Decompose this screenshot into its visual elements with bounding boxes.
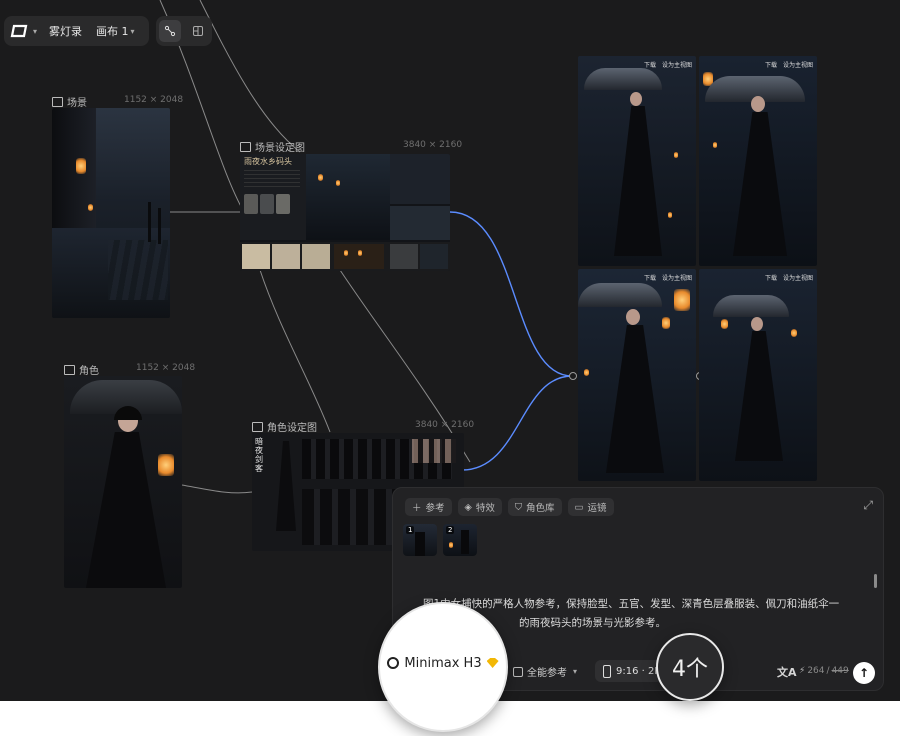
chip-camera-movement[interactable]: ▭ 运镜 [567, 498, 614, 516]
character-poster-title: 暗夜剑客 [255, 437, 263, 473]
chip-effects[interactable]: ◈ 特效 [457, 498, 502, 516]
chip-reference[interactable]: ＋参考 [405, 498, 452, 516]
character-node-label: 角色 [64, 362, 99, 377]
top-toolbar: ▾ 雾灯录 画布 1 ▾ [4, 16, 149, 46]
set-main-view-button[interactable]: 设为主视图 [783, 60, 813, 69]
view-toolbar [156, 16, 212, 46]
set-main-view-button[interactable]: 设为主视图 [783, 273, 813, 282]
chevron-down-icon: ▾ [33, 26, 38, 36]
scene-setting-node-label: 场景设定图 [240, 139, 305, 154]
credits: ⚡ 264 / 449 [799, 666, 849, 676]
scene-node-label: 场景 [52, 94, 87, 109]
character-setting-node-dims: 3840 × 2160 [415, 420, 475, 430]
result-image-3[interactable]: 下载 设为主视图 [578, 269, 696, 481]
result-image-4[interactable]: 下载 设为主视图 [699, 269, 817, 481]
set-main-view-button[interactable]: 设为主视图 [662, 60, 692, 69]
translate-icon[interactable]: 文A [777, 664, 797, 680]
image-icon [252, 421, 263, 432]
shield-icon: ⛉ [514, 501, 522, 513]
cube-icon: ◈ [464, 501, 472, 513]
scene-poster-title: 雨夜水乡码头 [244, 157, 292, 166]
character-setting-node-label: 角色设定图 [252, 419, 317, 434]
video-camera-icon: ▭ [574, 501, 584, 513]
result-image-2[interactable]: 下载 设为主视图 [699, 56, 817, 266]
arrow-up-icon: ↑ [858, 666, 870, 680]
image-icon [64, 364, 75, 375]
output-count: 4个 [672, 657, 708, 682]
expand-icon[interactable]: ⤢ [863, 498, 873, 513]
reference-mode-selector[interactable]: 全能参考 ▾ [513, 664, 577, 679]
chevron-down-icon: ▾ [130, 26, 135, 36]
node-graph-view-button[interactable] [159, 20, 181, 42]
scene-node-dims: 1152 × 2048 [124, 95, 184, 105]
download-button[interactable]: 下载 [644, 273, 656, 282]
result-image-1[interactable]: 下载 设为主视图 [578, 56, 696, 266]
frame-icon [513, 666, 523, 677]
plus-icon: ＋ [412, 503, 422, 514]
character-node-dims: 1152 × 2048 [136, 363, 196, 373]
model-name: Minimax H3 [404, 655, 482, 671]
image-icon [240, 141, 251, 152]
scene-setting-image[interactable]: 雨夜水乡码头 [240, 154, 450, 271]
graph-icon [164, 25, 176, 37]
logo-menu-button[interactable]: ▾ [10, 20, 37, 42]
character-image[interactable] [64, 376, 182, 588]
model-selector-magnifier[interactable]: Minimax H3 [378, 602, 508, 732]
output-count-magnifier[interactable]: 4个 [656, 633, 724, 701]
canvas-name: 画布 1 [96, 25, 129, 38]
reference-thumb-2[interactable]: 2 [443, 524, 477, 556]
layout-icon [193, 26, 203, 36]
prompt-line-1: 图1中女捕快的严格人物参考，保持脸型、五官、发型、深青色层叠服装、佩刀和油纸伞一 [423, 598, 840, 610]
scrollbar[interactable] [874, 574, 877, 588]
grid-view-button[interactable] [187, 20, 209, 42]
app-logo-icon [10, 24, 28, 38]
reference-thumb-1[interactable]: 1 [403, 524, 437, 556]
download-button[interactable]: 下载 [765, 273, 777, 282]
set-main-view-button[interactable]: 设为主视图 [662, 273, 692, 282]
reference-chips: ＋参考 ◈ 特效 ⛉ 角色库 ▭ 运镜 [405, 498, 614, 516]
canvas-selector[interactable]: 画布 1 ▾ [96, 20, 135, 42]
chevron-down-icon: ▾ [573, 667, 578, 676]
project-name[interactable]: 雾灯录 [49, 23, 82, 39]
premium-badge-icon [486, 658, 499, 668]
send-button[interactable]: ↑ [853, 662, 875, 684]
canvas[interactable]: ▾ 雾灯录 画布 1 ▾ 场景 1152 × 2048 场景设定图 3840 ×… [0, 0, 900, 701]
bolt-icon: ⚡ [799, 666, 806, 676]
download-button[interactable]: 下载 [765, 60, 777, 69]
scene-setting-node-dims: 3840 × 2160 [403, 140, 463, 150]
chip-character-library[interactable]: ⛉ 角色库 [507, 498, 562, 516]
model-logo-icon [387, 657, 400, 669]
scene-image[interactable] [52, 108, 170, 318]
phone-ratio-icon [603, 664, 611, 678]
image-icon [52, 96, 63, 107]
